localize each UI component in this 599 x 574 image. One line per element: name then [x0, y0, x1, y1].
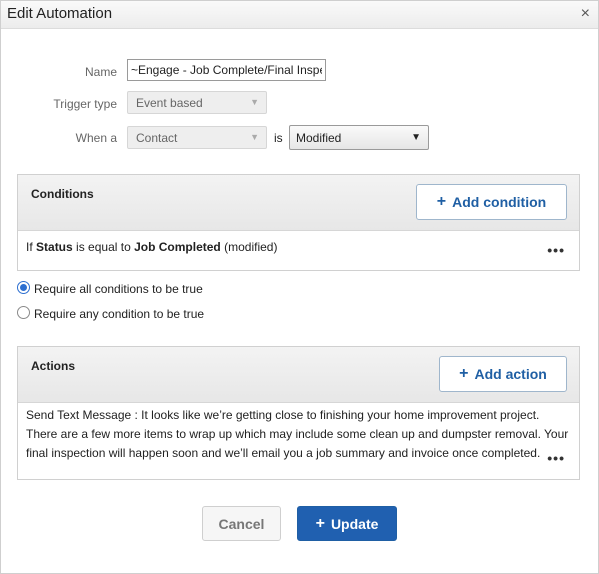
add-condition-label: Add condition	[452, 194, 547, 210]
actions-header: Actions + Add action	[18, 347, 579, 403]
more-options-icon[interactable]: •••	[547, 449, 565, 468]
event-value: Modified	[296, 131, 342, 145]
action-text-line: final inspection will happen soon and we…	[26, 446, 541, 460]
condition-prefix: If	[26, 240, 33, 254]
more-options-icon[interactable]: •••	[547, 241, 565, 260]
condition-field: Status	[36, 240, 73, 254]
chevron-down-icon: ▼	[250, 132, 259, 142]
close-icon[interactable]: ×	[581, 5, 590, 23]
add-condition-button[interactable]: + Add condition	[416, 184, 567, 220]
chevron-down-icon: ▼	[250, 97, 259, 107]
condition-operator: is equal to	[76, 240, 131, 254]
trigger-type-select[interactable]: Event based ▼	[127, 91, 267, 114]
actions-title: Actions	[31, 359, 76, 373]
plus-icon: +	[315, 514, 325, 532]
when-object-value: Contact	[136, 131, 178, 145]
is-label: is	[274, 131, 283, 145]
conditions-panel: Conditions + Add condition If Status is …	[17, 174, 580, 271]
name-input[interactable]	[127, 59, 326, 81]
name-label: Name	[84, 65, 117, 79]
action-text-line: There are a few more items to wrap up wh…	[26, 427, 569, 441]
condition-suffix: (modified)	[224, 240, 278, 254]
cancel-button[interactable]: Cancel	[202, 506, 281, 541]
when-label: When a	[75, 131, 117, 145]
add-action-button[interactable]: + Add action	[439, 356, 567, 392]
update-button[interactable]: + Update	[297, 506, 397, 541]
add-action-label: Add action	[474, 366, 547, 382]
require-any-label: Require any condition to be true	[34, 307, 205, 321]
dialog-title: Edit Automation	[7, 5, 113, 22]
plus-icon: +	[436, 193, 447, 210]
require-all-label: Require all conditions to be true	[34, 282, 203, 296]
conditions-title: Conditions	[31, 187, 94, 201]
chevron-down-icon: ▼	[411, 132, 421, 143]
require-all-radio[interactable]	[17, 281, 30, 294]
conditions-header: Conditions + Add condition	[18, 175, 579, 231]
condition-row: If Status is equal to Job Completed (mod…	[18, 231, 579, 271]
actions-panel: Actions + Add action Send Text Message :…	[17, 346, 580, 480]
dialog-titlebar: Edit Automation ×	[1, 1, 598, 29]
action-text-line: Send Text Message : It looks like we’re …	[26, 408, 540, 422]
condition-value: Job Completed	[134, 240, 221, 254]
plus-icon: +	[459, 365, 469, 382]
update-label: Update	[330, 515, 379, 532]
trigger-type-label: Trigger type	[53, 97, 117, 111]
require-any-radio[interactable]	[17, 306, 30, 319]
edit-automation-dialog: Edit Automation × Name Trigger type Even…	[0, 0, 599, 574]
when-object-select[interactable]: Contact ▼	[127, 126, 267, 149]
action-row: Send Text Message : It looks like we’re …	[18, 403, 579, 479]
event-select[interactable]: Modified ▼	[289, 125, 429, 150]
trigger-type-value: Event based	[136, 96, 203, 110]
